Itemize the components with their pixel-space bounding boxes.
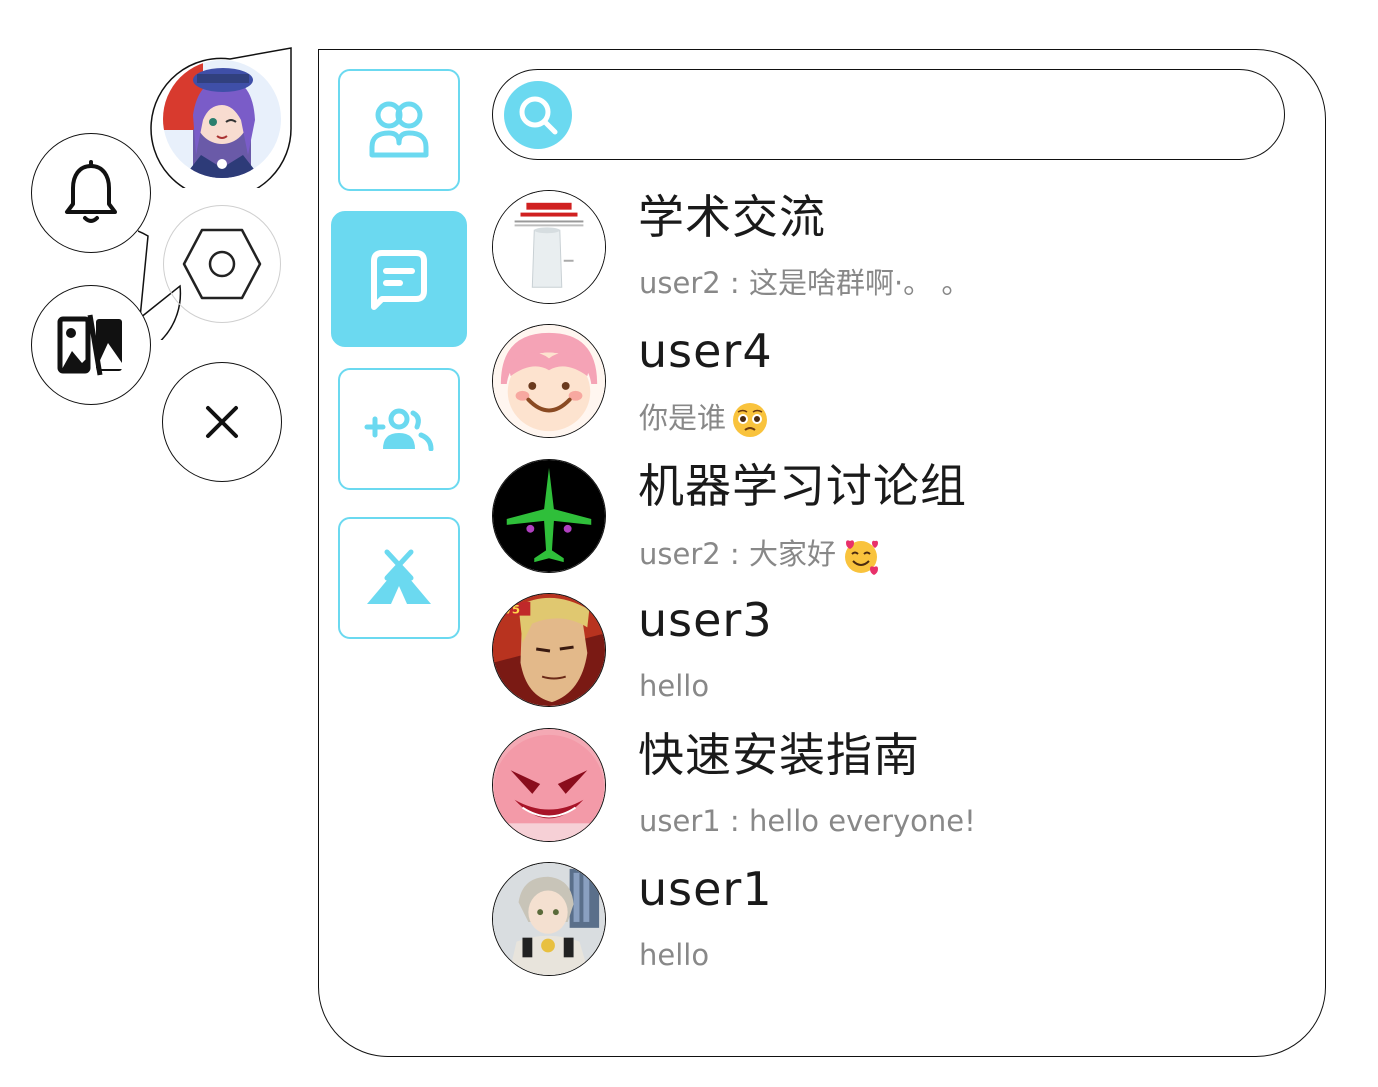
- close-icon: [206, 406, 238, 438]
- notifications-button[interactable]: [31, 133, 151, 253]
- conversation-last-message: user2 : 大家好: [639, 537, 880, 575]
- conversation-item[interactable]: 学术交流 user2 : 这是啥群啊·。 。: [492, 190, 1272, 306]
- conversation-item[interactable]: V5 user3 hello: [492, 593, 1272, 709]
- nav-chats-button[interactable]: [331, 211, 467, 347]
- search-button[interactable]: [504, 80, 572, 149]
- image-toggle-icon: [57, 314, 122, 376]
- bell-icon: [65, 160, 117, 223]
- chat-panel: 学术交流 user2 : 这是啥群啊·。 。 user4 你是谁 机器学习讨论组…: [318, 49, 1326, 1057]
- chat-bubble-icon: [371, 250, 427, 310]
- message-separator: :: [720, 804, 749, 838]
- conversation-avatar: [492, 324, 606, 438]
- add-friend-icon: [364, 408, 434, 451]
- message-sender: user2: [639, 266, 721, 300]
- conversation-name: 快速安装指南: [638, 728, 920, 782]
- hexagon-settings-icon: [182, 228, 262, 300]
- conversation-last-message: hello: [639, 938, 710, 972]
- image-toggle-button[interactable]: [31, 285, 151, 405]
- conversation-last-message: hello: [639, 669, 710, 703]
- conversation-last-message: user2 : 这是啥群啊·。 。: [639, 266, 971, 300]
- settings-button[interactable]: [163, 205, 281, 323]
- pleading-face-emoji: [733, 403, 768, 437]
- message-text: hello: [639, 938, 710, 972]
- message-separator: :: [720, 266, 749, 300]
- conversation-item[interactable]: 机器学习讨论组 user2 : 大家好: [492, 459, 1272, 575]
- message-sender: user2: [639, 537, 721, 571]
- svg-text:V5: V5: [503, 603, 520, 617]
- conversation-item[interactable]: user4 你是谁: [492, 324, 1272, 440]
- conversation-avatar: [492, 459, 606, 573]
- conversation-last-message: user1 : hello everyone!: [639, 804, 976, 838]
- conversation-name: user4: [638, 324, 773, 378]
- conversation-item[interactable]: user1 hello: [492, 862, 1272, 978]
- message-sender: user1: [639, 804, 721, 838]
- nav-contacts-button[interactable]: [338, 69, 460, 191]
- conversation-name: 机器学习讨论组: [638, 459, 967, 513]
- message-text: 大家好: [748, 537, 836, 571]
- conversation-item[interactable]: 快速安装指南 user1 : hello everyone!: [492, 728, 1272, 844]
- message-separator: :: [720, 537, 749, 571]
- conversation-avatar: [492, 862, 606, 976]
- search-bar: [492, 69, 1285, 160]
- smiling-face-with-hearts-emoji: [844, 540, 878, 575]
- tent-icon: [367, 549, 431, 604]
- nav-discover-button[interactable]: [338, 517, 460, 639]
- nav-add-friend-button[interactable]: [338, 368, 460, 490]
- conversation-avatar: [492, 728, 606, 842]
- conversation-name: user3: [638, 593, 773, 647]
- search-input[interactable]: [586, 84, 1254, 145]
- search-icon: [519, 96, 558, 134]
- conversation-name: 学术交流: [638, 190, 826, 244]
- close-button[interactable]: [162, 362, 282, 482]
- message-text: hello: [639, 669, 710, 703]
- user-avatar[interactable]: [163, 60, 281, 178]
- conversation-last-message: 你是谁: [639, 402, 768, 438]
- message-text: hello everyone!: [748, 804, 976, 838]
- conversation-name: user1: [638, 862, 773, 916]
- message-text: 你是谁: [639, 401, 727, 435]
- conversation-avatar: [492, 190, 606, 304]
- message-text: 这是啥群啊·。 。: [748, 266, 971, 300]
- contacts-icon: [369, 101, 429, 158]
- conversation-avatar: V5: [492, 593, 606, 707]
